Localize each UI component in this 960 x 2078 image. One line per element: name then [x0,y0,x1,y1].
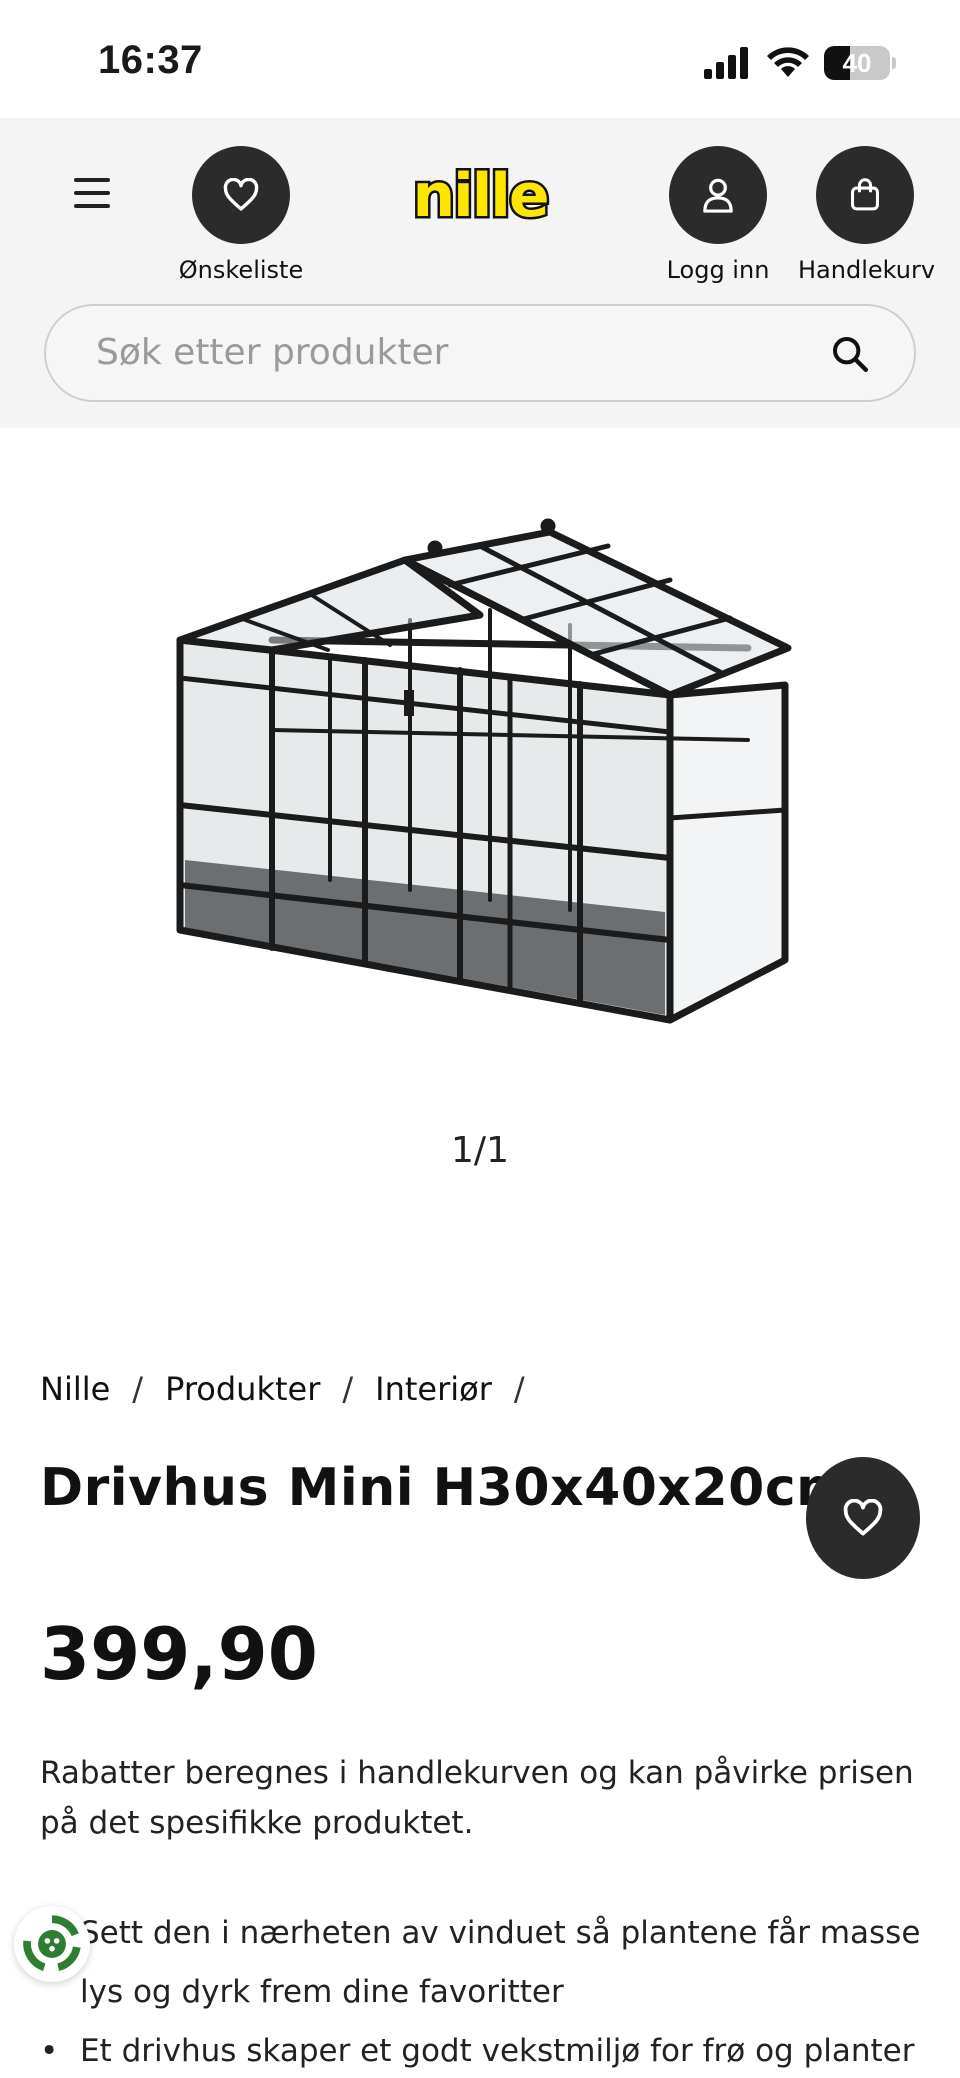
breadcrumb-item[interactable]: Interiør [375,1370,492,1408]
login-button[interactable] [669,146,767,244]
feature-item: Et drivhus skaper et godt vekstmiljø for… [40,2022,940,2078]
login-label[interactable]: Logg inn [654,256,782,284]
user-icon [703,178,733,213]
status-bar: 16:37 40 [0,0,960,118]
breadcrumb: Nille / Produkter / Interiør / [40,1370,525,1408]
search-icon[interactable] [830,334,870,374]
status-icons: 40 [704,46,896,80]
svg-text:nille: nille [412,161,547,231]
cart-button[interactable] [816,146,914,244]
heart-icon [843,1499,883,1536]
heart-icon [223,178,259,211]
battery-label: 40 [842,48,872,78]
menu-icon[interactable] [74,178,110,208]
product-features: Sett den i nærheten av vinduet så plante… [40,1904,940,2078]
search-input[interactable]: Søk etter produkter [44,304,916,402]
wishlist-label[interactable]: Ønskeliste [170,256,312,284]
product-title: Drivhus Mini H30x40x20cm [40,1458,851,1518]
shopping-bag-icon [851,178,879,211]
product-image[interactable] [160,500,800,1040]
feature-item-continued: lys og dyrk frem dine favoritter [80,1974,564,2010]
status-time: 16:37 [98,38,203,82]
breadcrumb-separator: / [513,1370,525,1408]
breadcrumb-separator: / [342,1370,354,1408]
wishlist-button[interactable] [192,146,290,244]
nille-logo[interactable]: nille [405,158,555,238]
breadcrumb-separator: / [132,1370,144,1408]
breadcrumb-item[interactable]: Nille [40,1370,110,1408]
image-pager: 1/1 [451,1130,509,1171]
discount-note: Rabatter beregnes i handlekurven og kan … [40,1755,914,1841]
search-placeholder: Søk etter produkter [96,332,449,373]
breadcrumb-item[interactable]: Produkter [165,1370,320,1408]
wifi-icon [767,47,809,77]
signal-icon [704,47,748,79]
battery-icon: 40 [824,46,896,80]
eco-badge[interactable] [14,1906,90,1982]
product-price: 399,90 [40,1612,318,1696]
cart-label[interactable]: Handlekurv [798,256,935,284]
recycle-icon [23,1915,81,1972]
add-to-wishlist-button[interactable] [806,1457,920,1579]
feature-item: Sett den i nærheten av vinduet så plante… [40,1904,940,1963]
